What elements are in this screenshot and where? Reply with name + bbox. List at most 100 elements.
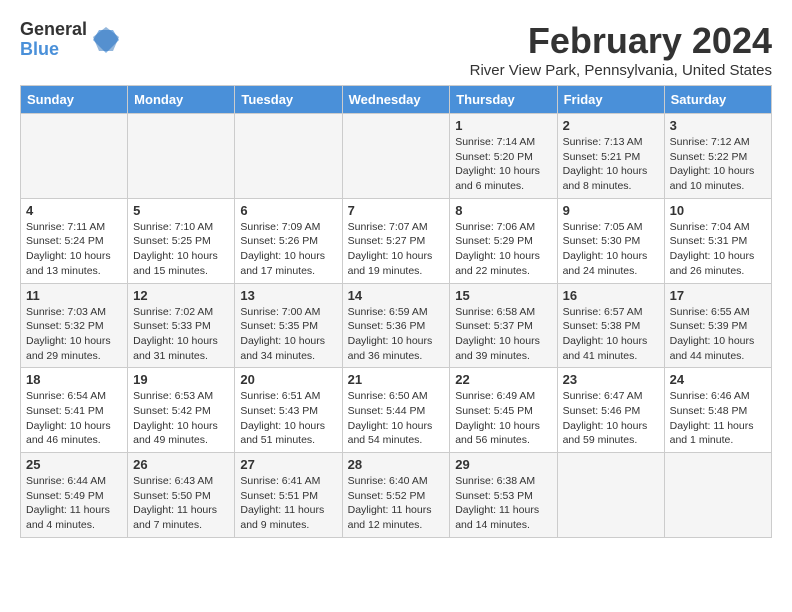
day-number: 14 xyxy=(348,288,445,303)
day-info: Sunrise: 7:03 AM Sunset: 5:32 PM Dayligh… xyxy=(26,305,122,364)
day-number: 23 xyxy=(563,372,659,387)
calendar-header-tuesday: Tuesday xyxy=(235,86,342,114)
day-number: 27 xyxy=(240,457,336,472)
calendar-cell: 5 Sunrise: 7:10 AM Sunset: 5:25 PM Daylig… xyxy=(128,198,235,283)
day-number: 15 xyxy=(455,288,551,303)
day-number: 12 xyxy=(133,288,229,303)
day-info: Sunrise: 6:47 AM Sunset: 5:46 PM Dayligh… xyxy=(563,389,659,448)
day-info: Sunrise: 6:49 AM Sunset: 5:45 PM Dayligh… xyxy=(455,389,551,448)
calendar-cell: 28 Sunrise: 6:40 AM Sunset: 5:52 PM Dayli… xyxy=(342,453,450,538)
day-info: Sunrise: 7:02 AM Sunset: 5:33 PM Dayligh… xyxy=(133,305,229,364)
calendar-cell: 10 Sunrise: 7:04 AM Sunset: 5:31 PM Dayli… xyxy=(664,198,771,283)
day-info: Sunrise: 6:40 AM Sunset: 5:52 PM Dayligh… xyxy=(348,474,445,533)
day-info: Sunrise: 7:13 AM Sunset: 5:21 PM Dayligh… xyxy=(563,135,659,194)
day-info: Sunrise: 6:44 AM Sunset: 5:49 PM Dayligh… xyxy=(26,474,122,533)
day-info: Sunrise: 6:51 AM Sunset: 5:43 PM Dayligh… xyxy=(240,389,336,448)
calendar-cell: 4 Sunrise: 7:11 AM Sunset: 5:24 PM Daylig… xyxy=(21,198,128,283)
day-info: Sunrise: 7:11 AM Sunset: 5:24 PM Dayligh… xyxy=(26,220,122,279)
calendar-cell xyxy=(21,114,128,199)
day-info: Sunrise: 7:12 AM Sunset: 5:22 PM Dayligh… xyxy=(670,135,766,194)
main-title: February 2024 xyxy=(470,20,772,62)
calendar-cell: 15 Sunrise: 6:58 AM Sunset: 5:37 PM Dayli… xyxy=(450,283,557,368)
day-number: 1 xyxy=(455,118,551,133)
day-number: 19 xyxy=(133,372,229,387)
calendar-cell: 8 Sunrise: 7:06 AM Sunset: 5:29 PM Daylig… xyxy=(450,198,557,283)
calendar-cell: 12 Sunrise: 7:02 AM Sunset: 5:33 PM Dayli… xyxy=(128,283,235,368)
day-number: 10 xyxy=(670,203,766,218)
calendar-cell: 9 Sunrise: 7:05 AM Sunset: 5:30 PM Daylig… xyxy=(557,198,664,283)
day-number: 22 xyxy=(455,372,551,387)
day-info: Sunrise: 6:46 AM Sunset: 5:48 PM Dayligh… xyxy=(670,389,766,448)
day-number: 7 xyxy=(348,203,445,218)
calendar-week-row: 4 Sunrise: 7:11 AM Sunset: 5:24 PM Daylig… xyxy=(21,198,772,283)
calendar-cell: 13 Sunrise: 7:00 AM Sunset: 5:35 PM Dayli… xyxy=(235,283,342,368)
title-area: February 2024 River View Park, Pennsylva… xyxy=(470,20,772,79)
calendar-cell: 17Sunrise: 6:55 AM Sunset: 5:39 PM Dayli… xyxy=(664,283,771,368)
calendar-week-row: 1 Sunrise: 7:14 AM Sunset: 5:20 PM Daylig… xyxy=(21,114,772,199)
day-number: 28 xyxy=(348,457,445,472)
subtitle: River View Park, Pennsylvania, United St… xyxy=(470,62,772,79)
day-info: Sunrise: 6:57 AM Sunset: 5:38 PM Dayligh… xyxy=(563,305,659,364)
day-info: Sunrise: 6:55 AM Sunset: 5:39 PM Dayligh… xyxy=(670,305,766,364)
calendar-cell xyxy=(235,114,342,199)
day-info: Sunrise: 6:59 AM Sunset: 5:36 PM Dayligh… xyxy=(348,305,445,364)
calendar-header-friday: Friday xyxy=(557,86,664,114)
day-number: 20 xyxy=(240,372,336,387)
calendar-cell: 3 Sunrise: 7:12 AM Sunset: 5:22 PM Daylig… xyxy=(664,114,771,199)
calendar-cell: 21Sunrise: 6:50 AM Sunset: 5:44 PM Dayli… xyxy=(342,368,450,453)
calendar-header-wednesday: Wednesday xyxy=(342,86,450,114)
day-info: Sunrise: 7:09 AM Sunset: 5:26 PM Dayligh… xyxy=(240,220,336,279)
day-info: Sunrise: 6:54 AM Sunset: 5:41 PM Dayligh… xyxy=(26,389,122,448)
calendar-cell: 22 Sunrise: 6:49 AM Sunset: 5:45 PM Dayli… xyxy=(450,368,557,453)
calendar-cell: 26 Sunrise: 6:43 AM Sunset: 5:50 PM Dayli… xyxy=(128,453,235,538)
calendar-cell: 6Sunrise: 7:09 AM Sunset: 5:26 PM Daylig… xyxy=(235,198,342,283)
day-number: 4 xyxy=(26,203,122,218)
calendar-cell xyxy=(342,114,450,199)
day-info: Sunrise: 7:00 AM Sunset: 5:35 PM Dayligh… xyxy=(240,305,336,364)
calendar-week-row: 25 Sunrise: 6:44 AM Sunset: 5:49 PM Dayli… xyxy=(21,453,772,538)
calendar-header-thursday: Thursday xyxy=(450,86,557,114)
day-number: 26 xyxy=(133,457,229,472)
calendar-cell: 7 Sunrise: 7:07 AM Sunset: 5:27 PM Daylig… xyxy=(342,198,450,283)
day-number: 29 xyxy=(455,457,551,472)
day-number: 25 xyxy=(26,457,122,472)
day-info: Sunrise: 7:14 AM Sunset: 5:20 PM Dayligh… xyxy=(455,135,551,194)
calendar-cell: 1 Sunrise: 7:14 AM Sunset: 5:20 PM Daylig… xyxy=(450,114,557,199)
calendar-cell: 25 Sunrise: 6:44 AM Sunset: 5:49 PM Dayli… xyxy=(21,453,128,538)
day-info: Sunrise: 6:41 AM Sunset: 5:51 PM Dayligh… xyxy=(240,474,336,533)
day-info: Sunrise: 6:58 AM Sunset: 5:37 PM Dayligh… xyxy=(455,305,551,364)
day-number: 8 xyxy=(455,203,551,218)
logo-general-text: General xyxy=(20,20,87,40)
calendar-cell: 19Sunrise: 6:53 AM Sunset: 5:42 PM Dayli… xyxy=(128,368,235,453)
calendar-cell: 27 Sunrise: 6:41 AM Sunset: 5:51 PM Dayli… xyxy=(235,453,342,538)
calendar-cell: 20 Sunrise: 6:51 AM Sunset: 5:43 PM Dayli… xyxy=(235,368,342,453)
day-info: Sunrise: 7:07 AM Sunset: 5:27 PM Dayligh… xyxy=(348,220,445,279)
calendar-cell: 18Sunrise: 6:54 AM Sunset: 5:41 PM Dayli… xyxy=(21,368,128,453)
calendar-week-row: 18Sunrise: 6:54 AM Sunset: 5:41 PM Dayli… xyxy=(21,368,772,453)
logo-blue-text: Blue xyxy=(20,40,87,60)
day-number: 9 xyxy=(563,203,659,218)
calendar-header-monday: Monday xyxy=(128,86,235,114)
day-info: Sunrise: 7:06 AM Sunset: 5:29 PM Dayligh… xyxy=(455,220,551,279)
day-info: Sunrise: 6:43 AM Sunset: 5:50 PM Dayligh… xyxy=(133,474,229,533)
day-info: Sunrise: 7:10 AM Sunset: 5:25 PM Dayligh… xyxy=(133,220,229,279)
logo-icon xyxy=(91,25,121,55)
day-number: 11 xyxy=(26,288,122,303)
calendar-cell: 23 Sunrise: 6:47 AM Sunset: 5:46 PM Dayli… xyxy=(557,368,664,453)
calendar-cell: 24Sunrise: 6:46 AM Sunset: 5:48 PM Dayli… xyxy=(664,368,771,453)
calendar-cell: 14 Sunrise: 6:59 AM Sunset: 5:36 PM Dayli… xyxy=(342,283,450,368)
day-number: 16 xyxy=(563,288,659,303)
calendar-cell: 2 Sunrise: 7:13 AM Sunset: 5:21 PM Daylig… xyxy=(557,114,664,199)
calendar-cell: 16 Sunrise: 6:57 AM Sunset: 5:38 PM Dayli… xyxy=(557,283,664,368)
calendar-cell xyxy=(128,114,235,199)
calendar-header-sunday: Sunday xyxy=(21,86,128,114)
calendar-header-row: SundayMondayTuesdayWednesdayThursdayFrid… xyxy=(21,86,772,114)
calendar-cell xyxy=(664,453,771,538)
day-info: Sunrise: 7:04 AM Sunset: 5:31 PM Dayligh… xyxy=(670,220,766,279)
day-number: 2 xyxy=(563,118,659,133)
day-info: Sunrise: 7:05 AM Sunset: 5:30 PM Dayligh… xyxy=(563,220,659,279)
day-number: 5 xyxy=(133,203,229,218)
calendar-cell: 11 Sunrise: 7:03 AM Sunset: 5:32 PM Dayli… xyxy=(21,283,128,368)
day-number: 13 xyxy=(240,288,336,303)
day-number: 3 xyxy=(670,118,766,133)
